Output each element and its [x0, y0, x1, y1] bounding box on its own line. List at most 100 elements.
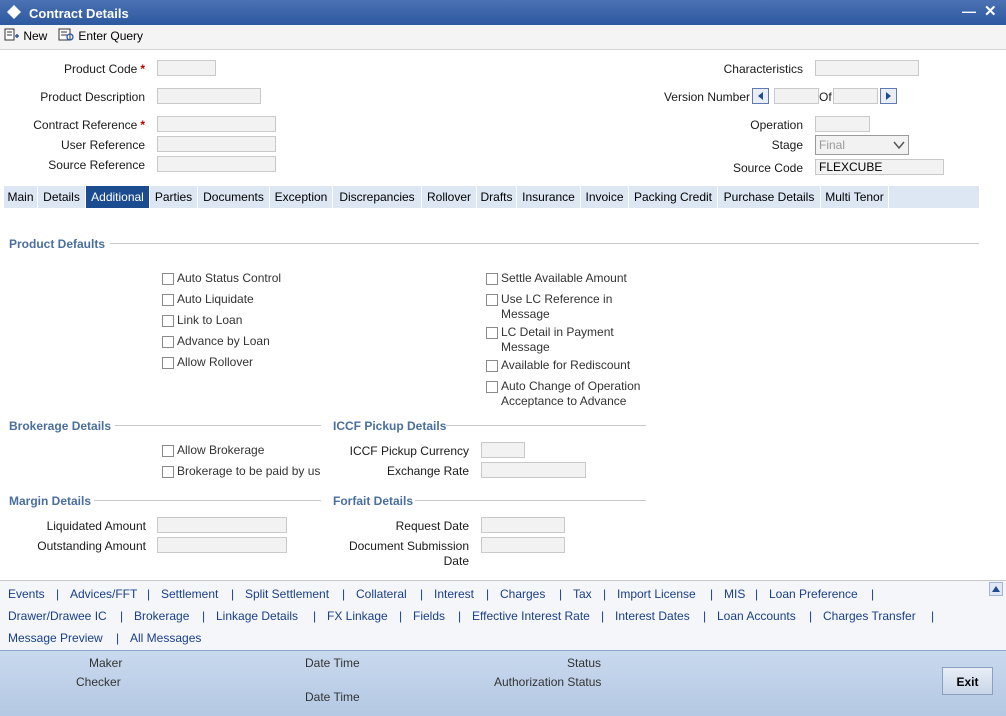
- outstanding-amount-field[interactable]: [157, 537, 287, 553]
- link-fields[interactable]: Fields: [413, 609, 445, 623]
- scroll-up-button[interactable]: [989, 582, 1003, 596]
- liquidated-amount-field[interactable]: [157, 517, 287, 533]
- iccf-pickup-currency-field[interactable]: [481, 442, 525, 458]
- tab-insurance[interactable]: Insurance: [517, 186, 581, 208]
- auto-status-control-checkbox[interactable]: [162, 273, 174, 285]
- advance-by-loan-checkbox[interactable]: [162, 336, 174, 348]
- lc-detail-in-payment-checkbox[interactable]: [486, 327, 498, 339]
- window-title-bar: Contract Details — ✕: [0, 0, 1006, 26]
- link-collateral[interactable]: Collateral: [356, 587, 407, 601]
- new-button[interactable]: New: [4, 28, 47, 43]
- tab-rollover[interactable]: Rollover: [422, 186, 477, 208]
- document-submission-date-field[interactable]: [481, 537, 565, 553]
- window-title: Contract Details: [29, 6, 129, 21]
- allow-brokerage-label: Allow Brokerage: [177, 443, 265, 457]
- tab-drafts[interactable]: Drafts: [477, 186, 517, 208]
- user-reference-field[interactable]: [157, 136, 276, 152]
- link-to-loan-checkbox[interactable]: [162, 315, 174, 327]
- tab-parties[interactable]: Parties: [150, 186, 198, 208]
- link-separator: |: [147, 587, 151, 601]
- link-settlement[interactable]: Settlement: [161, 587, 218, 601]
- link-separator: |: [342, 587, 346, 601]
- link-split-settlement[interactable]: Split Settlement: [245, 587, 329, 601]
- allow-rollover-checkbox[interactable]: [162, 357, 174, 369]
- link-brokerage[interactable]: Brokerage: [134, 609, 189, 623]
- minimize-button[interactable]: —: [962, 3, 976, 19]
- liquidated-amount-label: Liquidated Amount: [46, 519, 146, 533]
- link-drawer-drawee-ic[interactable]: Drawer/Drawee IC: [8, 609, 107, 623]
- contract-reference-label: Contract Reference *: [33, 118, 145, 132]
- exit-button[interactable]: Exit: [942, 667, 993, 695]
- tab-exception[interactable]: Exception: [270, 186, 333, 208]
- operation-field[interactable]: [815, 116, 870, 132]
- link-interest[interactable]: Interest: [434, 587, 474, 601]
- auto-liquidate-label: Auto Liquidate: [177, 292, 254, 306]
- link-effective-interest-rate[interactable]: Effective Interest Rate: [472, 609, 590, 623]
- version-number-label: Version Number: [663, 90, 750, 104]
- use-lc-reference-label: Use LC Reference in Message: [501, 292, 613, 321]
- version-number-field[interactable]: [774, 88, 819, 104]
- product-defaults-heading: Product Defaults: [9, 237, 106, 251]
- lc-detail-in-payment-label: LC Detail in Payment Message: [501, 325, 614, 354]
- request-date-field[interactable]: [481, 517, 565, 533]
- divider: [115, 425, 321, 426]
- enter-query-button[interactable]: Enter Query: [58, 28, 143, 43]
- product-description-field[interactable]: [157, 88, 261, 104]
- arrow-left-icon: [758, 92, 763, 100]
- auto-change-of-operation-label: Auto Change of Operation Acceptance to Ad…: [501, 379, 641, 408]
- link-all-messages[interactable]: All Messages: [130, 631, 201, 645]
- link-interest-dates[interactable]: Interest Dates: [615, 609, 690, 623]
- user-reference-label: User Reference: [60, 138, 145, 152]
- tab-multi-tenor[interactable]: Multi Tenor: [821, 186, 889, 208]
- brokerage-paid-by-us-checkbox[interactable]: [162, 466, 174, 478]
- link-separator: |: [809, 609, 813, 623]
- link-mis[interactable]: MIS: [724, 587, 745, 601]
- link-loan-accounts[interactable]: Loan Accounts: [717, 609, 796, 623]
- link-fx-linkage[interactable]: FX Linkage: [327, 609, 388, 623]
- previous-version-button[interactable]: [752, 88, 769, 104]
- link-charges[interactable]: Charges: [500, 587, 545, 601]
- chevron-down-icon: [893, 141, 905, 150]
- product-code-field[interactable]: [157, 60, 216, 76]
- next-version-button[interactable]: [880, 88, 897, 104]
- exchange-rate-field[interactable]: [481, 462, 586, 478]
- link-loan-preference[interactable]: Loan Preference: [769, 587, 858, 601]
- stage-select[interactable]: Final: [815, 135, 909, 155]
- close-button[interactable]: ✕: [984, 2, 997, 20]
- auto-liquidate-checkbox[interactable]: [162, 294, 174, 306]
- characteristics-field[interactable]: [815, 60, 919, 76]
- source-reference-field[interactable]: [157, 156, 276, 172]
- link-events[interactable]: Events: [8, 587, 45, 601]
- source-code-field[interactable]: FLEXCUBE: [815, 159, 944, 175]
- divider: [94, 500, 321, 501]
- link-charges-transfer[interactable]: Charges Transfer: [823, 609, 916, 623]
- tab-documents[interactable]: Documents: [198, 186, 270, 208]
- document-submission-date-label: Document Submission Date: [348, 539, 469, 568]
- tab-purchase-details[interactable]: Purchase Details: [718, 186, 821, 208]
- link-separator: |: [486, 587, 490, 601]
- brokerage-paid-by-us-label: Brokerage to be paid by us: [177, 464, 321, 478]
- operation-label: Operation: [750, 118, 803, 132]
- tab-details[interactable]: Details: [38, 186, 86, 208]
- use-lc-reference-checkbox[interactable]: [486, 294, 498, 306]
- enter-query-label: Enter Query: [78, 29, 144, 43]
- tab-discrepancies[interactable]: Discrepancies: [333, 186, 422, 208]
- tab-main[interactable]: Main: [4, 186, 38, 208]
- total-versions-field[interactable]: [833, 88, 878, 104]
- settle-available-amount-checkbox[interactable]: [486, 273, 498, 285]
- allow-brokerage-checkbox[interactable]: [162, 445, 174, 457]
- contract-reference-field[interactable]: [157, 116, 276, 132]
- tab-packing-credit[interactable]: Packing Credit: [629, 186, 718, 208]
- link-import-license[interactable]: Import License: [617, 587, 696, 601]
- link-message-preview[interactable]: Message Preview: [8, 631, 103, 645]
- auto-change-of-operation-checkbox[interactable]: [486, 381, 498, 393]
- link-tax[interactable]: Tax: [573, 587, 592, 601]
- tab-invoice[interactable]: Invoice: [581, 186, 629, 208]
- link-advices-fft[interactable]: Advices/FFT: [70, 587, 137, 601]
- tab-additional[interactable]: Additional: [86, 186, 150, 208]
- characteristics-label: Characteristics: [723, 62, 803, 76]
- link-to-loan-label: Link to Loan: [177, 313, 243, 327]
- link-linkage-details[interactable]: Linkage Details: [216, 609, 298, 623]
- link-separator: |: [871, 587, 875, 601]
- available-for-rediscount-checkbox[interactable]: [486, 360, 498, 372]
